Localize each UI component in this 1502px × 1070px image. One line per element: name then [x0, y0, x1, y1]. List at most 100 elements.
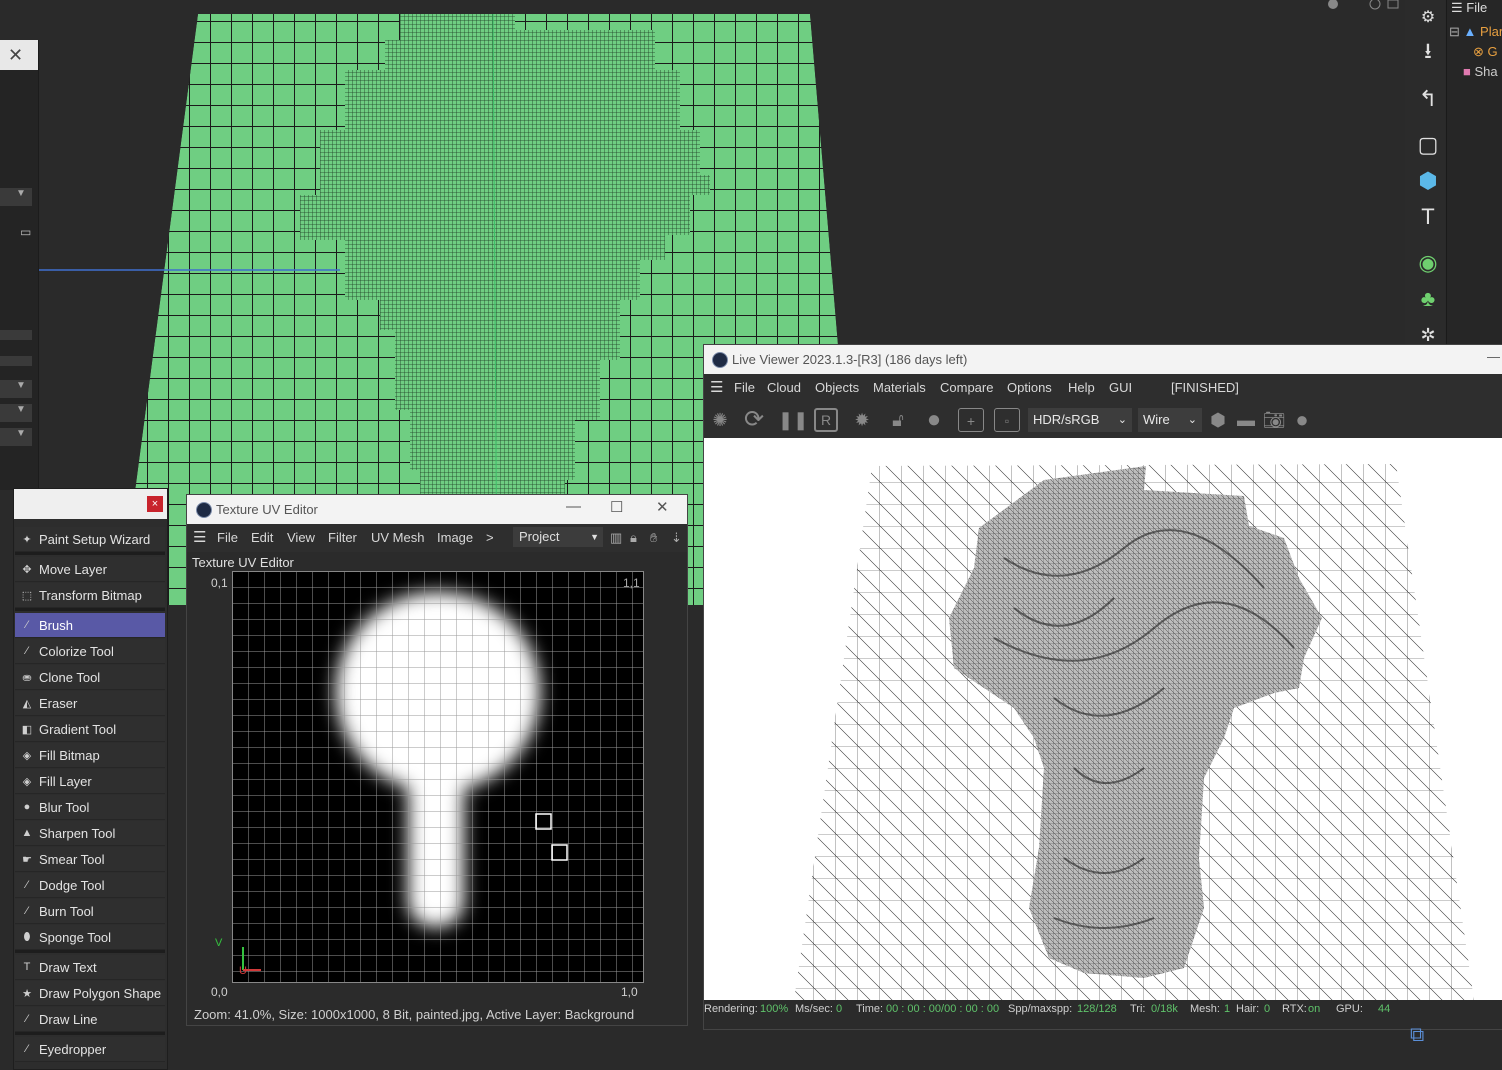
tool-transform-bitmap[interactable]: ⬚ Transform Bitmap — [15, 583, 165, 608]
live-viewer-statusbar: Rendering: 100% Ms/sec: 0 Time: 00 : 00 … — [704, 1000, 1502, 1020]
tool-label: Eyedropper — [39, 1041, 107, 1057]
uv-texture-view — [233, 572, 643, 982]
tool-move-layer[interactable]: ✥ Move Layer — [15, 557, 165, 582]
tool-colorize-tool[interactable]: ⁄ Colorize Tool — [15, 639, 165, 664]
tool-blur-tool[interactable]: ● Blur Tool — [15, 795, 165, 820]
menu-cloud[interactable]: Cloud — [767, 380, 801, 395]
tool-fill-layer[interactable]: ◈ Fill Layer — [15, 769, 165, 794]
object-shader[interactable]: Sha — [1474, 64, 1497, 79]
menu-filter[interactable]: Filter — [328, 530, 357, 545]
hamburger-menu-icon[interactable]: ☰ — [710, 378, 723, 396]
tool-burn-tool[interactable]: ⁄ Burn Tool — [15, 899, 165, 924]
lock-icon[interactable]: 🔒︎ — [630, 530, 637, 546]
menu-gui[interactable]: GUI — [1109, 380, 1132, 395]
live-viewer-titlebar[interactable]: Live Viewer 2023.1.3-[R3] (186 days left… — [704, 345, 1502, 374]
tool-draw-text[interactable]: T Draw Text — [15, 955, 165, 980]
import-icon[interactable]: ⭳ — [1411, 36, 1445, 70]
pause-icon[interactable]: ❚❚ — [778, 408, 808, 432]
histogram-icon[interactable]: ▥ — [610, 530, 622, 546]
cube-icon[interactable]: ⬢ — [1411, 164, 1445, 198]
tool-paint-setup-wizard[interactable]: ✦ Paint Setup Wizard — [15, 527, 165, 552]
tool-dodge-tool[interactable]: ⁄ Dodge Tool — [15, 873, 165, 898]
render-viewport[interactable] — [704, 438, 1502, 1000]
tool-clone-tool[interactable]: ⛂ Clone Tool — [15, 665, 165, 690]
render-icon[interactable]: ✺ — [708, 408, 732, 432]
hamburger-menu-icon[interactable]: ☰ — [193, 528, 206, 546]
film-icon[interactable]: ▬ — [1234, 408, 1258, 432]
settings-icon[interactable]: ✹ — [850, 408, 874, 432]
minimize-icon[interactable]: — — [1487, 349, 1500, 364]
brush-icon: ⁄ — [26, 619, 28, 631]
menu-more[interactable]: > — [486, 530, 494, 545]
chevron-down-icon: ⌄ — [1117, 414, 1127, 426]
maximize-icon[interactable]: ☐ — [610, 498, 623, 516]
chevron-down-icon[interactable]: ▼ — [16, 188, 26, 199]
render-mode-select[interactable]: Wire ⌄ — [1138, 408, 1202, 432]
axis-icon[interactable]: ↰ — [1411, 82, 1445, 116]
object-plane[interactable]: Plar — [1480, 24, 1502, 39]
share-icon[interactable]: ⧉ — [1410, 1024, 1424, 1047]
close-icon[interactable]: ✕ — [8, 45, 23, 66]
lock-icon[interactable]: 🔓︎ — [886, 408, 910, 432]
menu-view[interactable]: View — [287, 530, 315, 545]
menu-uv-mesh[interactable]: UV Mesh — [371, 530, 424, 545]
menu-materials[interactable]: Materials — [873, 380, 926, 395]
menu-icon[interactable]: ☰ — [1451, 0, 1463, 15]
deformer-icon[interactable]: ◉ — [1411, 246, 1445, 280]
chevron-down-icon[interactable]: ▼ — [16, 380, 26, 391]
tool-smear-tool[interactable]: ☛ Smear Tool — [15, 847, 165, 872]
project-select[interactable]: Project ▼ — [513, 527, 603, 547]
minimize-icon[interactable]: — — [566, 498, 581, 515]
hexagon-icon[interactable]: ⬢ — [1206, 408, 1230, 432]
add-icon[interactable]: + — [958, 408, 984, 432]
close-icon[interactable]: ✕ — [656, 498, 669, 516]
cloner-icon[interactable]: ♣ — [1411, 282, 1445, 316]
tool-gradient-tool[interactable]: ◧ Gradient Tool — [15, 717, 165, 742]
sharpen-icon: ▲ — [21, 827, 33, 839]
close-button[interactable]: × — [147, 496, 163, 512]
menu-file[interactable]: File — [734, 380, 755, 395]
tool-fill-bitmap[interactable]: ◈ Fill Bitmap — [15, 743, 165, 768]
color-mode-select[interactable]: HDR/sRGB ⌄ — [1028, 408, 1132, 432]
render-state: [FINISHED] — [1171, 380, 1239, 395]
settings-icon[interactable]: ⚙ — [1411, 0, 1445, 34]
menu-options[interactable]: Options — [1007, 380, 1052, 395]
camera-icon[interactable]: 📷︎ — [1262, 408, 1286, 432]
material-ball-icon[interactable]: ● — [922, 408, 946, 432]
status-rendering-value: 100% — [760, 1003, 789, 1015]
tool-draw-line[interactable]: ⁄ Draw Line — [15, 1007, 165, 1032]
rectangle-icon[interactable]: ▢ — [1411, 128, 1445, 162]
menu-help[interactable]: Help — [1068, 380, 1095, 395]
coord-top-left: 0,1 — [211, 576, 228, 590]
menu-objects[interactable]: Objects — [815, 380, 859, 395]
clay-icon[interactable]: ▫ — [994, 408, 1020, 432]
status-gpu-value: 44 — [1378, 1003, 1391, 1015]
menu-image[interactable]: Image — [437, 530, 473, 545]
menu-edit[interactable]: Edit — [251, 530, 273, 545]
move-icon: ✥ — [22, 563, 32, 576]
pin-icon[interactable]: ⇣ — [671, 530, 682, 546]
menu-compare[interactable]: Compare — [940, 380, 993, 395]
chevron-down-icon[interactable]: ▼ — [16, 428, 26, 439]
sphere-icon[interactable]: ● — [1290, 408, 1314, 432]
uv-editor-titlebar[interactable]: Texture UV Editor — ☐ ✕ — [187, 495, 687, 524]
tool-label: Draw Line — [39, 1011, 98, 1027]
refresh-icon[interactable]: ⟳ — [742, 408, 766, 432]
hand-icon[interactable]: ✋︎ — [650, 530, 657, 546]
tool-label: Fill Layer — [39, 773, 92, 789]
tool-draw-polygon-shape[interactable]: ★ Draw Polygon Shape — [15, 981, 165, 1006]
tool-eyedropper[interactable]: ⁄ Eyedropper — [15, 1037, 165, 1062]
text-spline-icon[interactable]: T — [1411, 200, 1445, 234]
om-file-menu[interactable]: File — [1466, 0, 1487, 15]
tool-label: Draw Text — [39, 959, 97, 975]
folder-icon[interactable]: ▭ — [20, 225, 31, 239]
tool-sharpen-tool[interactable]: ▲ Sharpen Tool — [15, 821, 165, 846]
tool-brush[interactable]: ⁄ Brush — [15, 613, 165, 638]
menu-file[interactable]: File — [217, 530, 238, 545]
object-generator[interactable]: G — [1488, 44, 1498, 59]
uv-canvas[interactable] — [232, 571, 644, 983]
tool-sponge-tool[interactable]: ⬮ Sponge Tool — [15, 925, 165, 950]
chevron-down-icon[interactable]: ▼ — [16, 404, 26, 415]
region-render-icon[interactable]: R — [814, 408, 838, 432]
tool-eraser[interactable]: ◭ Eraser — [15, 691, 165, 716]
